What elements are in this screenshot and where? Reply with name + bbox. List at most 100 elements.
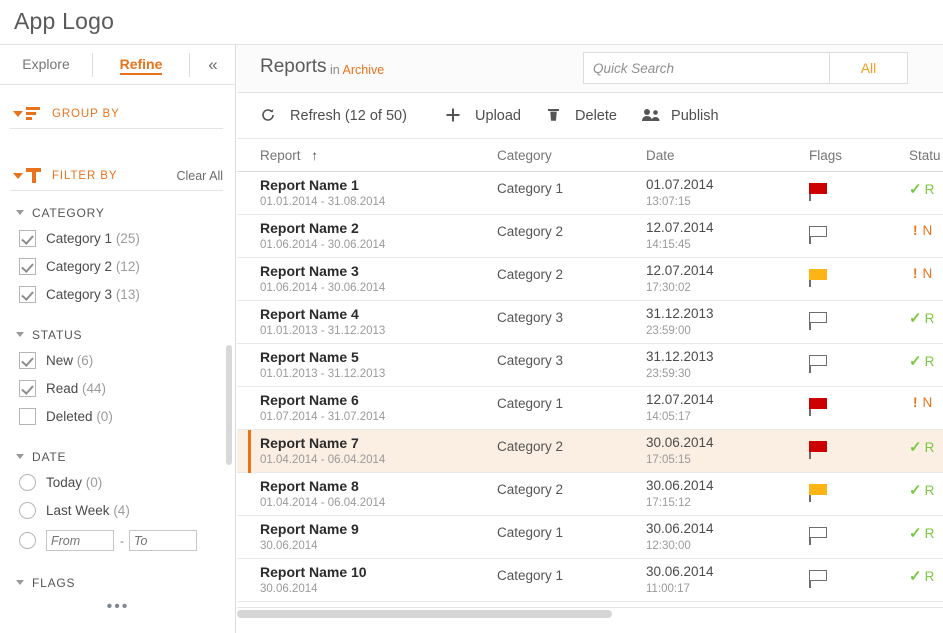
flag-icon bbox=[809, 441, 828, 459]
row-date: 30.06.2014 bbox=[646, 435, 714, 450]
tab-refine[interactable]: Refine bbox=[93, 45, 189, 84]
table-row[interactable]: Report Name 1 01.01.2014 - 31.08.2014 Cate… bbox=[237, 172, 943, 215]
row-flag-cell[interactable] bbox=[809, 484, 828, 507]
table-horizontal-scrollbar[interactable] bbox=[237, 607, 943, 620]
filter-by-section-header[interactable]: FILTER BY Clear All bbox=[10, 161, 223, 191]
row-flag-cell[interactable] bbox=[809, 398, 828, 421]
table-row[interactable]: Report Name 4 01.01.2013 - 31.12.2013 Cate… bbox=[237, 301, 943, 344]
row-flag-cell[interactable] bbox=[809, 226, 828, 249]
radio-icon[interactable] bbox=[19, 532, 36, 549]
table-row[interactable]: Report Name 2 01.06.2014 - 30.06.2014 Cate… bbox=[237, 215, 943, 258]
plus-icon bbox=[445, 108, 463, 122]
date-to-input[interactable] bbox=[129, 530, 197, 551]
facet-option-category-1[interactable]: Category 1 (25) bbox=[10, 225, 235, 253]
radio-icon[interactable] bbox=[19, 502, 36, 519]
checkbox-icon[interactable] bbox=[19, 230, 36, 247]
sidebar-overflow-indicator[interactable]: ••• bbox=[0, 599, 236, 615]
table-row[interactable]: Report Name 6 01.07.2014 - 31.07.2014 Cate… bbox=[237, 387, 943, 430]
facet-date-label: DATE bbox=[32, 450, 67, 464]
row-report-name: Report Name 4 bbox=[260, 306, 359, 322]
status-badge: ! N bbox=[909, 223, 932, 238]
row-flag-cell[interactable] bbox=[809, 312, 828, 335]
refine-sidebar: Explore Refine « GROUP BY FILTER BY Clea… bbox=[0, 45, 236, 633]
group-by-label: GROUP BY bbox=[52, 108, 120, 120]
column-header-report-label: Report bbox=[260, 148, 301, 163]
table-row[interactable]: Report Name 10 30.06.2014 Category 1 30.06.… bbox=[237, 559, 943, 602]
checkbox-icon[interactable] bbox=[19, 352, 36, 369]
row-flag-cell[interactable] bbox=[809, 441, 828, 464]
delete-button[interactable]: Delete bbox=[545, 93, 617, 139]
facet-option-category-2[interactable]: Category 2 (12) bbox=[10, 253, 235, 281]
facet-option-today[interactable]: Today (0) bbox=[10, 469, 235, 497]
breadcrumb-scope[interactable]: Archive bbox=[343, 63, 385, 77]
row-flag-cell[interactable] bbox=[809, 183, 828, 206]
checkbox-icon[interactable] bbox=[19, 380, 36, 397]
tab-explore-label: Explore bbox=[22, 56, 70, 72]
tab-explore[interactable]: Explore bbox=[0, 45, 92, 84]
refresh-button-label: Refresh (12 of 50) bbox=[290, 108, 407, 124]
facet-status-title[interactable]: STATUS bbox=[10, 323, 235, 347]
row-report-range: 30.06.2014 bbox=[260, 583, 318, 595]
status-badge: ! N bbox=[909, 266, 932, 281]
column-header-status[interactable]: Statu bbox=[909, 148, 941, 163]
facet-flags-label: FLAGS bbox=[32, 576, 76, 590]
facet-option-custom-range[interactable]: - bbox=[10, 525, 235, 557]
status-badge: ✓ R bbox=[909, 180, 934, 198]
column-header-category[interactable]: Category bbox=[497, 148, 552, 163]
facet-option-category-3[interactable]: Category 3 (13) bbox=[10, 281, 235, 309]
column-header-flags[interactable]: Flags bbox=[809, 148, 842, 163]
radio-icon[interactable] bbox=[19, 474, 36, 491]
date-from-input[interactable] bbox=[46, 530, 114, 551]
tab-refine-label: Refine bbox=[119, 56, 163, 75]
facet-category-title[interactable]: CATEGORY bbox=[10, 201, 235, 225]
facet-option-last-week[interactable]: Last Week (4) bbox=[10, 497, 235, 525]
row-report-range: 01.07.2014 - 31.07.2014 bbox=[260, 411, 386, 423]
column-header-report[interactable]: Report ↑ bbox=[260, 148, 318, 163]
chevron-double-left-icon[interactable]: « bbox=[190, 45, 236, 84]
app-titlebar: App Logo bbox=[0, 0, 943, 45]
table-body: Report Name 1 01.01.2014 - 31.08.2014 Cate… bbox=[237, 172, 943, 620]
row-flag-cell[interactable] bbox=[809, 269, 828, 292]
facet-status: STATUS New (6) Read (44) Deleted (0) bbox=[0, 323, 235, 431]
breadcrumb: in Archive bbox=[330, 63, 384, 77]
checkbox-icon[interactable] bbox=[19, 258, 36, 275]
upload-button[interactable]: Upload bbox=[445, 93, 521, 139]
group-by-section-header[interactable]: GROUP BY bbox=[10, 99, 223, 129]
row-category: Category 2 bbox=[497, 439, 564, 454]
search-scope-button[interactable]: All bbox=[829, 53, 907, 83]
checkbox-icon[interactable] bbox=[19, 286, 36, 303]
table-row[interactable]: Report Name 8 01.04.2014 - 06.04.2014 Cate… bbox=[237, 473, 943, 516]
status-label: R bbox=[924, 483, 935, 498]
row-flag-cell[interactable] bbox=[809, 570, 828, 593]
column-header-date[interactable]: Date bbox=[646, 148, 675, 163]
collapse-sidebar-glyph: « bbox=[208, 55, 218, 74]
app-root: App Logo Explore Refine « GROUP BY FILTE… bbox=[0, 0, 943, 633]
table-row[interactable]: Report Name 9 30.06.2014 Category 1 30.06.2… bbox=[237, 516, 943, 559]
facet-option-new[interactable]: New (6) bbox=[10, 347, 235, 375]
facet-flags-title[interactable]: FLAGS bbox=[10, 571, 235, 595]
row-report-name: Report Name 7 bbox=[260, 435, 359, 451]
reports-toolbar: Refresh (12 of 50) Upload Delete Publish bbox=[237, 93, 943, 139]
clear-all-button[interactable]: Clear All bbox=[176, 169, 223, 183]
checkbox-icon[interactable] bbox=[19, 408, 36, 425]
row-report-range: 01.06.2014 - 30.06.2014 bbox=[260, 239, 386, 251]
search-input[interactable] bbox=[584, 53, 829, 83]
row-flag-cell[interactable] bbox=[809, 355, 828, 378]
table-row[interactable]: Report Name 5 01.01.2013 - 31.12.2013 Cate… bbox=[237, 344, 943, 387]
facet-date-title[interactable]: DATE bbox=[10, 445, 235, 469]
facet-option-read[interactable]: Read (44) bbox=[10, 375, 235, 403]
publish-button[interactable]: Publish bbox=[641, 93, 719, 139]
sidebar-scrollbar-thumb[interactable] bbox=[226, 345, 232, 465]
table-row[interactable]: Report Name 3 01.06.2014 - 30.06.2014 Cate… bbox=[237, 258, 943, 301]
row-time: 12:30:00 bbox=[646, 540, 691, 552]
table-row[interactable]: Report Name 7 01.04.2014 - 06.04.2014 Cate… bbox=[237, 430, 943, 473]
facet-option-deleted[interactable]: Deleted (0) bbox=[10, 403, 235, 431]
row-flag-cell[interactable] bbox=[809, 527, 828, 550]
filter-by-label: FILTER BY bbox=[52, 170, 118, 182]
status-badge: ✓ R bbox=[909, 352, 934, 370]
row-category: Category 1 bbox=[497, 568, 564, 583]
facet-option-count: (13) bbox=[115, 287, 140, 302]
table-horizontal-scrollbar-thumb[interactable] bbox=[237, 610, 612, 618]
refresh-button[interactable]: Refresh (12 of 50) bbox=[260, 93, 407, 139]
check-icon: ✓ bbox=[909, 482, 922, 499]
